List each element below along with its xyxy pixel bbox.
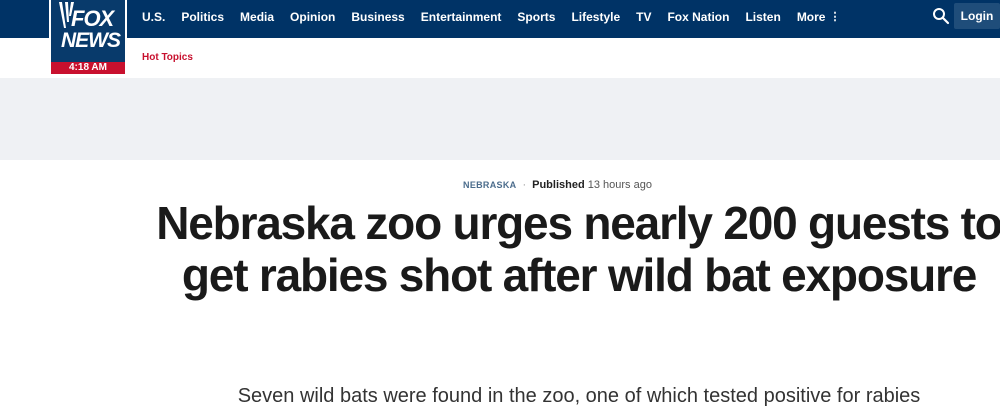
nav-item-us[interactable]: U.S. [142,0,165,34]
main-nav: U.S. Politics Media Opinion Business Ent… [142,0,840,34]
article-subheadline: Seven wild bats were found in the zoo, o… [237,385,921,407]
logo-news-text: NEWS [61,29,121,52]
nav-item-listen[interactable]: Listen [745,0,780,34]
hot-topics-link[interactable]: Hot Topics [142,52,193,63]
nav-more-label: More [796,10,826,24]
logo-box: FOX NEWS [51,0,125,62]
nav-item-politics[interactable]: Politics [181,0,224,34]
nav-item-media[interactable]: Media [240,0,274,34]
logo-fox-text: FOX [71,6,114,31]
logo-time: 4:18 AM [51,62,125,74]
category-link[interactable]: NEBRASKA [463,180,516,190]
nav-item-business[interactable]: Business [351,0,404,34]
nav-item-entertainment[interactable]: Entertainment [421,0,502,34]
meta-separator: · [522,179,527,191]
login-button[interactable]: Login [954,3,1000,29]
fox-news-logo[interactable]: FOX NEWS 4:18 AM [49,0,127,76]
published-label: Published [532,179,585,191]
nav-item-sports[interactable]: Sports [517,0,555,34]
published-time: 13 hours ago [587,179,652,191]
article-meta: NEBRASKA · Published 13 hours ago [0,179,1000,191]
nav-item-opinion[interactable]: Opinion [290,0,335,34]
ad-band [0,78,1000,160]
nav-item-fox-nation[interactable]: Fox Nation [667,0,729,34]
search-icon [933,8,950,25]
nav-more-button[interactable]: More ⋮ [797,0,841,34]
search-button[interactable] [931,6,951,26]
nav-item-lifestyle[interactable]: Lifestyle [571,0,620,34]
nav-item-tv[interactable]: TV [636,0,651,34]
kebab-icon: ⋮ [829,11,841,23]
article-headline: Nebraska zoo urges nearly 200 guests to … [156,197,1000,301]
